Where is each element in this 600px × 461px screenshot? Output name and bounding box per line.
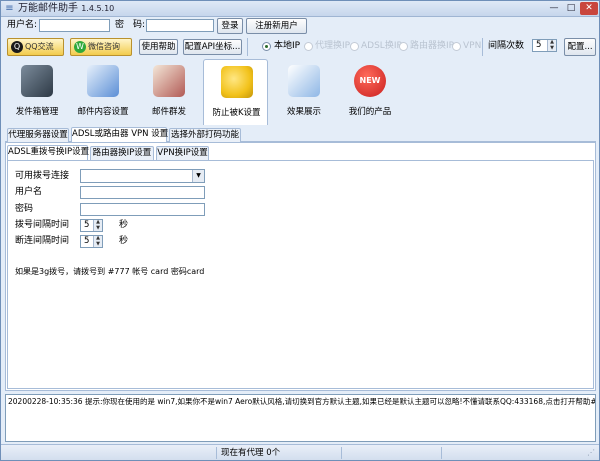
stepper-arrows-icon[interactable]: ▲ ▼: [93, 219, 102, 231]
qq-penguin-icon: Q: [11, 41, 23, 53]
dial-interval-unit: 秒: [119, 220, 129, 230]
radio-vpn-label: VPN: [463, 41, 482, 51]
dial-interval-stepper[interactable]: 5 ▲ ▼: [80, 219, 103, 232]
dial-interval-value: 5: [84, 220, 90, 230]
status-segment: [1, 447, 217, 459]
login-button[interactable]: 登录: [217, 18, 243, 34]
app-name: 万能邮件助手: [18, 3, 78, 14]
interval-label: 间隔次数: [488, 41, 525, 51]
register-button[interactable]: 注册新用户: [246, 18, 307, 34]
dial-interval-label: 拨号间隔时间: [15, 220, 70, 230]
radio-local-ip-label: 本地IP: [274, 41, 301, 51]
wechat-button[interactable]: W 微信咨询: [70, 38, 132, 56]
title-bar[interactable]: ≡ 万能邮件助手 1.4.5.10 — □ ✕: [1, 1, 599, 17]
dial-connection-label: 可用拨号连接: [15, 171, 70, 181]
disconnect-interval-stepper[interactable]: 5 ▲ ▼: [80, 235, 103, 248]
tool-mail-content[interactable]: 邮件内容设置: [72, 59, 134, 123]
tab-router-ip[interactable]: 路由器换IP设置: [90, 146, 154, 160]
disconnect-interval-unit: 秒: [119, 236, 129, 246]
divider: [482, 38, 483, 56]
wechat-label: 微信咨询: [88, 42, 120, 51]
radio-adsl-ip-label: ADSL换IP: [361, 41, 402, 51]
stepper-arrows-icon[interactable]: ▲ ▼: [93, 235, 102, 247]
mailbox-icon: [21, 65, 53, 97]
disconnect-interval-value: 5: [84, 236, 90, 246]
radio-vpn[interactable]: [452, 42, 461, 51]
username-label: 用户名:: [7, 20, 38, 30]
tool-our-products-label: 我们的产品: [348, 107, 392, 117]
wechat-icon: W: [74, 41, 86, 53]
radio-router-ip-label: 路由器换IP: [410, 41, 455, 51]
config-api-button[interactable]: 配置API坐标...: [183, 39, 242, 55]
mail-send-icon: [153, 65, 185, 97]
main-window: ≡ 万能邮件助手 1.4.5.10 — □ ✕ 用户名: 密 码: 登录 注册新…: [0, 0, 600, 461]
adsl-password-input[interactable]: [80, 203, 205, 216]
tool-mass-send-label: 邮件群发: [151, 107, 186, 117]
help-button[interactable]: 使用帮助: [139, 39, 178, 55]
radio-adsl-ip[interactable]: [350, 42, 359, 51]
tool-our-products[interactable]: NEW 我们的产品: [339, 59, 401, 123]
tool-anti-block[interactable]: 防止被K设置: [203, 59, 268, 125]
pointer-icon: [288, 65, 320, 97]
radio-proxy-ip[interactable]: [304, 42, 313, 51]
disconnect-interval-label: 断连间隔时间: [15, 236, 70, 246]
app-icon: ≡: [5, 3, 14, 14]
wrench-icon: [221, 66, 253, 98]
window-title: 万能邮件助手 1.4.5.10: [18, 2, 114, 16]
tool-outbox-manage-label: 发件箱管理: [15, 107, 59, 117]
password-input[interactable]: [146, 19, 214, 32]
edit-doc-icon: [87, 65, 119, 97]
tool-mail-content-label: 邮件内容设置: [77, 107, 129, 117]
status-segment: [441, 447, 442, 459]
tool-effect-show-label: 效果展示: [286, 107, 321, 117]
config-button[interactable]: 配置...: [564, 38, 596, 56]
radio-proxy-ip-label: 代理换IP: [315, 41, 351, 51]
interval-stepper[interactable]: 5 ▲ ▼: [532, 39, 557, 52]
dial-connection-select[interactable]: ▼: [80, 169, 205, 183]
maximize-button[interactable]: □: [563, 2, 579, 15]
adsl-password-label: 密码: [15, 204, 34, 214]
proxy-count-text: 现在有代理 0个: [221, 448, 281, 458]
adsl-username-input[interactable]: [80, 186, 205, 199]
status-bar: 现在有代理 0个 ⋰: [1, 444, 599, 460]
status-log[interactable]: 20200228-10:35:36 提示:你现在使用的是 win7,如果你不是w…: [5, 394, 596, 442]
username-input[interactable]: [39, 19, 110, 32]
password-label: 密 码:: [115, 20, 146, 30]
new-badge-icon: NEW: [354, 65, 386, 97]
tab-external-captcha[interactable]: 选择外部打码功能: [169, 128, 241, 142]
tab-proxy-server[interactable]: 代理服务器设置: [7, 128, 69, 142]
radio-router-ip[interactable]: [399, 42, 408, 51]
app-version: 1.4.5.10: [81, 4, 115, 13]
3g-dial-note: 如果是3g拨号，请拨号到 #777 帐号 card 密码card: [15, 267, 205, 276]
tab-vpn-ip[interactable]: VPN换IP设置: [156, 146, 209, 160]
resize-grip-icon[interactable]: ⋰: [587, 448, 595, 457]
stepper-arrows-icon[interactable]: ▲ ▼: [547, 39, 556, 51]
tab-adsl-redial[interactable]: ADSL重拨号换IP设置: [7, 145, 89, 160]
qq-chat-button[interactable]: Q QQ交流: [7, 38, 64, 56]
adsl-username-label: 用户名: [15, 187, 43, 197]
tool-mass-send[interactable]: 邮件群发: [138, 59, 200, 123]
interval-value: 5: [536, 40, 542, 50]
divider: [247, 38, 248, 56]
status-log-text[interactable]: 20200228-10:35:36 提示:你现在使用的是 win7,如果你不是w…: [8, 397, 595, 407]
tool-effect-show[interactable]: 效果展示: [273, 59, 335, 123]
status-segment: [341, 447, 342, 459]
tool-outbox-manage[interactable]: 发件箱管理: [6, 59, 68, 123]
qq-chat-label: QQ交流: [25, 42, 54, 51]
tool-anti-block-label: 防止被K设置: [212, 108, 261, 118]
chevron-down-icon[interactable]: ▼: [192, 170, 204, 182]
close-button[interactable]: ✕: [580, 2, 598, 15]
radio-local-ip[interactable]: [262, 42, 271, 51]
tab-adsl-router-vpn[interactable]: ADSL或路由器 VPN 设置: [71, 127, 168, 142]
minimize-button[interactable]: —: [546, 2, 562, 15]
